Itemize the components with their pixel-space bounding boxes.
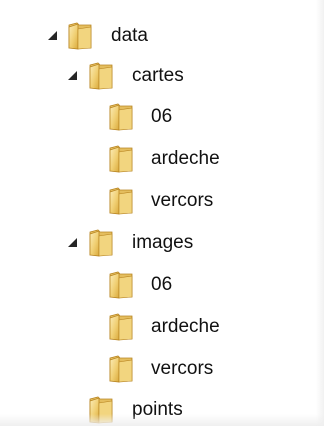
tree-item-cartes-06[interactable]: 06 — [0, 99, 324, 135]
tree-item-label: cartes — [132, 65, 184, 86]
tree-item-cartes-vercors[interactable]: vercors — [0, 183, 324, 219]
tree-item-label: ardeche — [151, 148, 220, 169]
tree-item-cartes-ardeche[interactable]: ardeche — [0, 141, 324, 177]
tree-item-label: 06 — [151, 274, 173, 295]
expanded-triangle-icon[interactable] — [47, 30, 59, 42]
tree-item-images-ardeche[interactable]: ardeche — [0, 309, 324, 345]
bottom-shade — [0, 414, 324, 426]
edge-shade — [316, 0, 324, 426]
folder-tree: data cartes 06 ardeche vercors images 06… — [0, 0, 324, 426]
folder-icon — [108, 103, 134, 131]
expanded-triangle-icon[interactable] — [67, 237, 79, 249]
tree-item-images-vercors[interactable]: vercors — [0, 351, 324, 387]
folder-icon — [88, 229, 114, 257]
tree-item-label: data — [111, 25, 148, 46]
tree-item-images[interactable]: images — [0, 225, 324, 261]
folder-icon — [67, 22, 93, 50]
tree-item-label: vercors — [151, 358, 214, 379]
tree-item-label: 06 — [151, 106, 173, 127]
folder-icon — [108, 271, 134, 299]
folder-icon — [108, 313, 134, 341]
folder-icon — [108, 145, 134, 173]
tree-item-data[interactable]: data — [0, 18, 324, 54]
tree-item-label: vercors — [151, 190, 214, 211]
folder-icon — [108, 355, 134, 383]
tree-item-cartes[interactable]: cartes — [0, 58, 324, 94]
folder-icon — [88, 62, 114, 90]
tree-item-label: images — [132, 232, 194, 253]
folder-icon — [108, 187, 134, 215]
tree-item-label: ardeche — [151, 316, 220, 337]
tree-item-images-06[interactable]: 06 — [0, 267, 324, 303]
expanded-triangle-icon[interactable] — [67, 70, 79, 82]
